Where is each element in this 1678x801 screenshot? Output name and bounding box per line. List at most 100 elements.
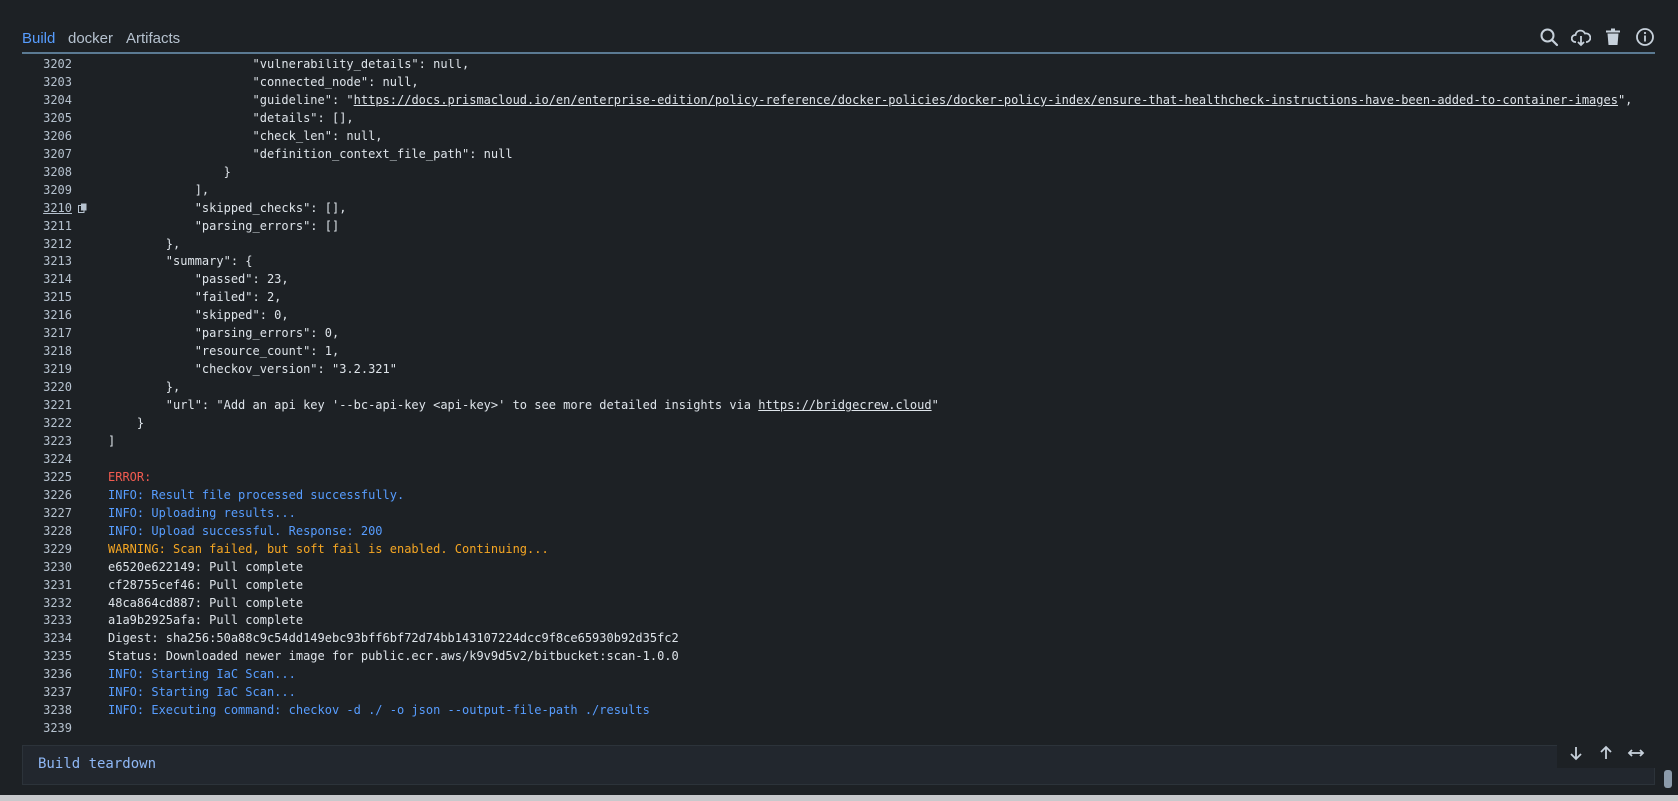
log-text-prefix: "guideline": "	[108, 92, 354, 107]
line-number[interactable]: 3218	[22, 342, 72, 360]
log-line: 3211 "parsing_errors": []	[22, 217, 1655, 235]
build-teardown-section[interactable]: Build teardown	[22, 745, 1655, 785]
line-number[interactable]: 3239	[22, 719, 72, 737]
log-text: }	[108, 416, 145, 430]
scroll-up-icon	[1600, 745, 1612, 759]
line-number[interactable]: 3229	[22, 540, 72, 558]
tab-artifacts[interactable]: Artifacts	[126, 31, 180, 47]
log-text: INFO: Upload successful. Response: 200	[108, 523, 383, 538]
tab-bar: Build docker Artifacts	[22, 24, 1655, 54]
line-number[interactable]: 3223	[22, 432, 72, 450]
line-number[interactable]: 3209	[22, 181, 72, 199]
line-number[interactable]: 3232	[22, 594, 72, 612]
log-text: "check_len": null,	[108, 128, 383, 143]
log-line: 3214 "passed": 23,	[22, 270, 1655, 288]
scrollbar-thumb[interactable]	[1664, 770, 1672, 788]
log-text: "url": "Add an api key '--bc-api-key <ap…	[108, 396, 939, 414]
log-text: INFO: Starting IaC Scan...	[108, 667, 296, 682]
scroll-to-top-button[interactable]	[1595, 742, 1617, 764]
line-number[interactable]: 3234	[22, 629, 72, 647]
log-text: "details": [],	[108, 110, 354, 125]
line-number[interactable]: 3230	[22, 558, 72, 576]
log-line: 3228 INFO: Upload successful. Response: 2…	[22, 522, 1655, 540]
line-number[interactable]: 3204	[22, 91, 72, 109]
trash-icon	[1606, 28, 1620, 45]
log-line: 3206 "check_len": null,	[22, 127, 1655, 145]
line-number[interactable]: 3203	[22, 73, 72, 91]
log-line: 3236 INFO: Starting IaC Scan...	[22, 665, 1655, 683]
delete-button[interactable]	[1602, 26, 1624, 48]
log-line: 3222 }	[22, 414, 1655, 432]
log-line: 3216 "skipped": 0,	[22, 306, 1655, 324]
line-number[interactable]: 3210	[22, 199, 72, 217]
log-text: cf28755cef46: Pull complete	[108, 577, 304, 592]
line-number[interactable]: 3231	[22, 576, 72, 594]
log-text: Digest: sha256:50a88c9c54dd149ebc93bff6b…	[108, 631, 679, 646]
window-bottom-edge	[0, 795, 1678, 801]
download-icon	[1571, 29, 1591, 47]
log-text: "definition_context_file_path": null	[108, 146, 513, 161]
line-number[interactable]: 3225	[22, 468, 72, 486]
log-text: ERROR:	[108, 469, 152, 484]
line-number[interactable]: 3228	[22, 522, 72, 540]
log-text: "checkov_version": "3.2.321"	[108, 362, 397, 377]
line-number[interactable]: 3212	[22, 235, 72, 253]
log-text: ],	[108, 182, 210, 197]
line-number[interactable]: 3224	[22, 450, 72, 468]
log-text: "summary": {	[108, 254, 253, 269]
line-number[interactable]: 3205	[22, 109, 72, 127]
line-number[interactable]: 3238	[22, 701, 72, 719]
wrap-toggle-button[interactable]	[1625, 742, 1647, 764]
log-line: 3207 "definition_context_file_path": nul…	[22, 145, 1655, 163]
line-number[interactable]: 3236	[22, 665, 72, 683]
line-number[interactable]: 3222	[22, 414, 72, 432]
line-number[interactable]: 3233	[22, 611, 72, 629]
log-text: "parsing_errors": 0,	[108, 326, 340, 341]
search-button[interactable]	[1538, 26, 1560, 48]
log-text: "parsing_errors": []	[108, 218, 340, 233]
log-line: 3237 INFO: Starting IaC Scan...	[22, 683, 1655, 701]
log-link[interactable]: https://docs.prismacloud.io/en/enterpris…	[354, 93, 1618, 107]
log-text: INFO: Starting IaC Scan...	[108, 685, 296, 700]
tab-build[interactable]: Build	[22, 31, 55, 47]
tab-docker[interactable]: docker	[68, 31, 113, 47]
line-number[interactable]: 3211	[22, 217, 72, 235]
line-number[interactable]: 3226	[22, 486, 72, 504]
line-number[interactable]: 3227	[22, 504, 72, 522]
line-number[interactable]: 3221	[22, 396, 72, 414]
line-number[interactable]: 3235	[22, 647, 72, 665]
line-number[interactable]: 3216	[22, 306, 72, 324]
line-number[interactable]: 3208	[22, 163, 72, 181]
log-scrollbar[interactable]	[1662, 60, 1674, 790]
line-number[interactable]: 3220	[22, 378, 72, 396]
line-number[interactable]: 3219	[22, 360, 72, 378]
line-number[interactable]: 3206	[22, 127, 72, 145]
log-link[interactable]: https://bridgecrew.cloud	[758, 398, 931, 412]
scroll-to-bottom-button[interactable]	[1565, 742, 1587, 764]
log-text: INFO: Result file processed successfully…	[108, 487, 405, 502]
log-line: 3227 INFO: Uploading results...	[22, 504, 1655, 522]
line-number[interactable]: 3214	[22, 270, 72, 288]
download-button[interactable]	[1570, 26, 1592, 48]
line-number[interactable]: 3202	[22, 59, 72, 73]
line-number[interactable]: 3237	[22, 683, 72, 701]
line-number[interactable]: 3217	[22, 324, 72, 342]
line-number[interactable]: 3207	[22, 145, 72, 163]
log-line: 3202 "vulnerability_details": null,	[22, 59, 1655, 73]
log-text: WARNING: Scan failed, but soft fail is e…	[108, 541, 549, 556]
log-line: 3238 INFO: Executing command: checkov -d …	[22, 701, 1655, 719]
line-number[interactable]: 3213	[22, 252, 72, 270]
log-text-prefix: "url": "Add an api key '--bc-api-key <ap…	[108, 398, 759, 413]
info-button[interactable]	[1634, 26, 1656, 48]
line-number[interactable]: 3215	[22, 288, 72, 306]
log-text-suffix: "	[931, 398, 939, 413]
wrap-toggle-icon	[1627, 749, 1645, 757]
log-line: 3225 ERROR:	[22, 468, 1655, 486]
copy-line-link-icon[interactable]	[78, 203, 87, 213]
log-line: 3204 "guideline": "https://docs.prismacl…	[22, 91, 1655, 109]
log-text: a1a9b2925afa: Pull complete	[108, 613, 304, 628]
log-line: 3230 e6520e622149: Pull complete	[22, 558, 1655, 576]
log-text: "failed": 2,	[108, 290, 282, 305]
log-text: }	[108, 164, 231, 179]
build-log: 3202 "vulnerability_details": null, 3203 …	[22, 59, 1655, 737]
